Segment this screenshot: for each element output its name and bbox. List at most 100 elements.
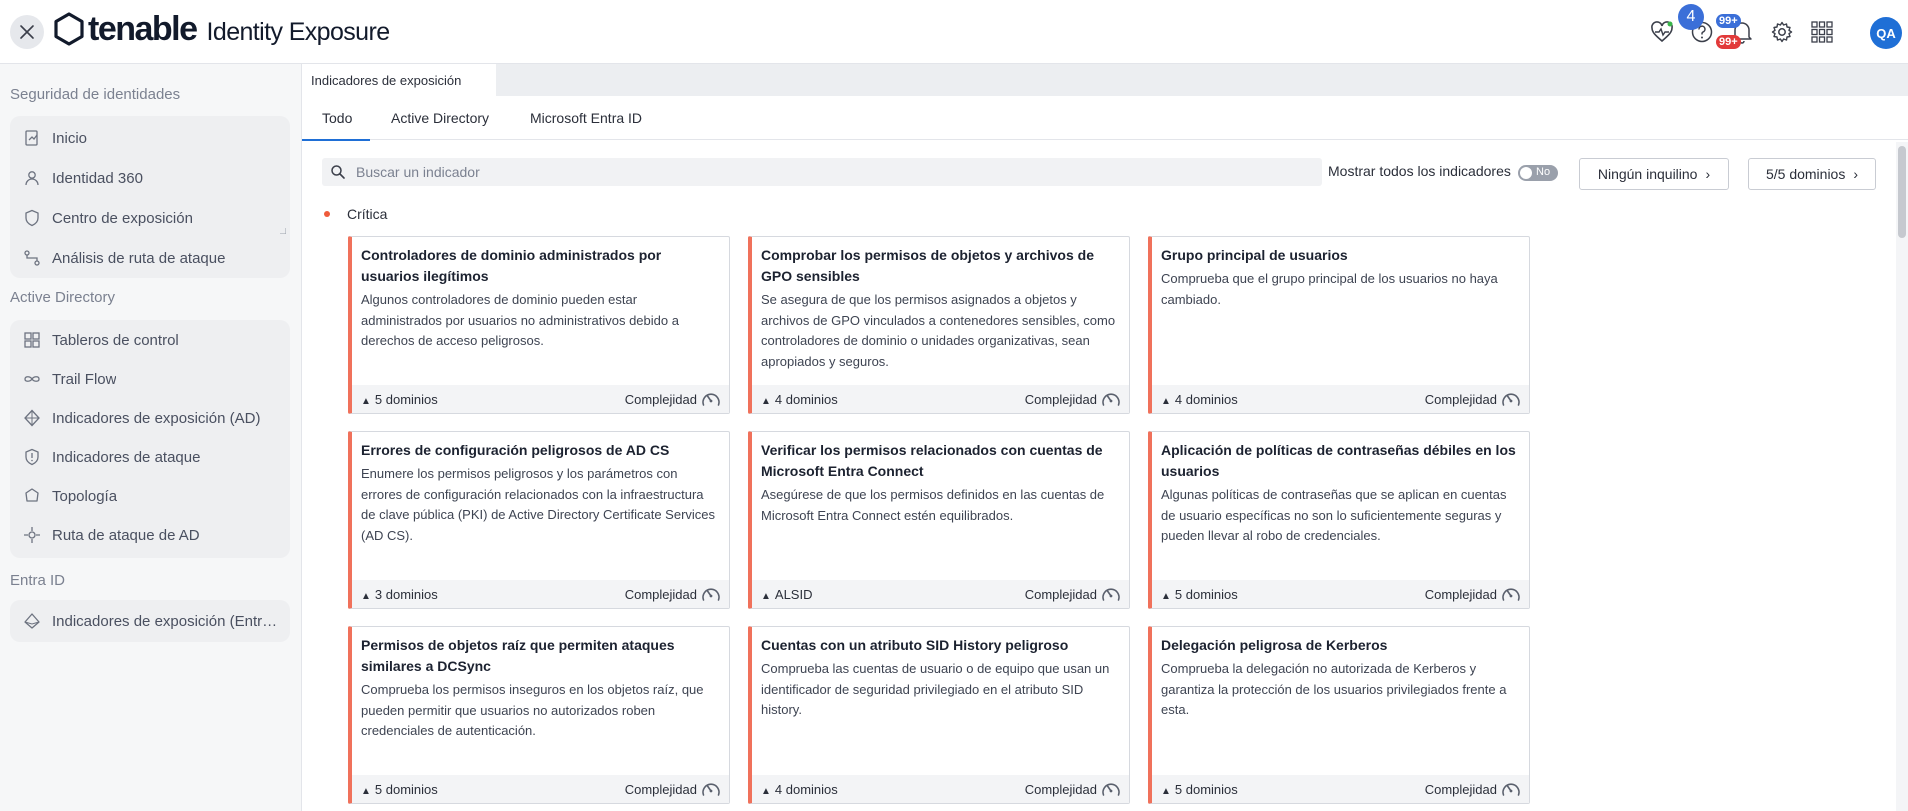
card-footer: ▲ 5 dominios Complejidad [1152,775,1529,803]
sidebar-item-tableros[interactable]: Tableros de control [22,326,290,354]
severity-group-header: Crítica [324,206,387,222]
card-title: Grupo principal de usuarios [1161,247,1348,263]
indicator-card[interactable]: Verificar los permisos relacionados con … [748,431,1130,609]
search-bar [322,158,1322,186]
notifications-badge-info: 99+ [1716,14,1741,28]
tab-active-directory[interactable]: Active Directory [391,96,489,140]
route-icon [22,248,42,268]
indicator-card[interactable]: Grupo principal de usuarios Comprueba que… [1148,236,1530,414]
page-tab-indicadores[interactable]: Indicadores de exposición [302,64,496,96]
card-domains-value: 5 dominios [1174,586,1238,602]
card-description: Comprueba los permisos inseguros en los … [361,682,704,738]
tab-microsoft-entra-id[interactable]: Microsoft Entra ID [530,96,642,140]
sidebar-item-ioa[interactable]: Indicadores de ataque [22,443,290,471]
target-icon [22,525,42,545]
health-button[interactable] [1648,18,1676,46]
logo: tenable Identity Exposure [52,12,390,46]
indicator-card[interactable]: Cuentas con un atributo SID History peli… [748,626,1130,804]
show-all-toggle[interactable]: No [1518,165,1558,181]
card-domains: ▲ 5 dominios [361,782,438,797]
tenant-button-label: Ningún inquilino [1597,166,1698,182]
sidebar-item-centro-exposicion[interactable]: Centro de exposición [22,204,290,232]
sidebar-item-ruta-ataque-ad[interactable]: Ruta de ataque de AD [22,521,290,549]
user-icon [22,168,42,188]
indicator-card[interactable]: Comprobar los permisos de objetos y arch… [748,236,1130,414]
indicator-card[interactable]: Errores de configuración peligrosos de A… [348,431,730,609]
brand-name: tenable [88,10,198,48]
card-title: Comprobar los permisos de objetos y arch… [761,247,1094,284]
complexity-gauge-icon [1501,780,1521,798]
infinity-icon [22,369,42,389]
card-title: Delegación peligrosa de Kerberos [1161,637,1388,653]
search-input[interactable] [356,164,1256,180]
tenable-logo-icon [54,12,84,46]
card-complexity-label: Complejidad [624,391,697,407]
card-domains: ▲ ALSID [761,587,812,602]
triangle-up-icon: ▲ [361,395,371,407]
chevron-right-icon: › [1853,166,1859,182]
card-footer: ▲ ALSID Complejidad [752,580,1129,608]
scrollbar[interactable] [1896,142,1908,811]
user-avatar[interactable]: QA [1870,17,1902,49]
card-complexity-label: Complejidad [1424,781,1497,797]
sidebar-item-ioe-entra[interactable]: Indicadores de exposición (Entra ID) [22,607,290,635]
card-description: Comprueba la delegación no autorizada de… [1161,661,1507,717]
severity-dot [324,211,330,217]
triangle-up-icon: ▲ [361,590,371,602]
page-tab-strip: Indicadores de exposición [302,64,1908,96]
card-description: Comprueba que el grupo principal de los … [1161,271,1498,307]
card-domains: ▲ 5 dominios [1161,587,1238,602]
domains-button[interactable]: 5/5 dominios › [1748,158,1876,190]
apps-button[interactable] [1808,18,1836,46]
triangle-up-icon: ▲ [361,785,371,797]
tab-todo[interactable]: Todo [301,96,371,141]
card-description: Enumere los permisos peligrosos y los pa… [361,466,716,543]
settings-button[interactable] [1768,18,1796,46]
indicator-card[interactable]: Delegación peligrosa de Kerberos Comprueb… [1148,626,1530,804]
search-icon [331,165,345,179]
card-domains-value: 5 dominios [374,391,438,407]
indicator-card[interactable]: Permisos de objetos raíz que permiten at… [348,626,730,804]
card-description: Comprueba las cuentas de usuario o de eq… [761,661,1110,717]
card-domains: ▲ 4 dominios [761,782,838,797]
sidebar-item-identidad-360[interactable]: Identidad 360 [22,164,290,192]
gear-icon [1771,21,1793,43]
complexity-gauge-icon [701,780,721,798]
sidebar: Seguridad de identidades Inicio Identida… [0,64,302,811]
card-title: Errores de configuración peligrosos de A… [361,442,670,458]
indicator-card[interactable]: Controladores de dominio administrados p… [348,236,730,414]
sidebar-section-title: Seguridad de identidades [10,86,181,103]
topology-icon [22,486,42,506]
scroll-thumb[interactable] [1898,146,1906,238]
card-domains-value: 3 dominios [374,586,438,602]
card-domains: ▲ 4 dominios [1161,392,1238,407]
card-domains-value: 4 dominios [774,781,838,797]
close-icon [20,25,34,39]
tenant-button[interactable]: Ningún inquilino › [1579,158,1729,190]
apps-grid-icon [1811,21,1833,43]
product-name: Identity Exposure [206,17,391,46]
sidebar-item-analisis-ruta[interactable]: Análisis de ruta de ataque [22,244,290,272]
health-icon [1651,21,1673,43]
card-domains: ▲ 5 dominios [1161,782,1238,797]
card-domains: ▲ 4 dominios [761,392,838,407]
card-title: Permisos de objetos raíz que permiten at… [361,637,675,674]
card-footer: ▲ 4 dominios Complejidad [752,775,1129,803]
show-all-label: Mostrar todos los indicadores [1328,163,1511,179]
sidebar-item-trail-flow[interactable]: Trail Flow [22,365,290,393]
triangle-up-icon: ▲ [1161,395,1171,407]
notifications-badge-alert: 99+ [1716,35,1741,49]
indicator-card[interactable]: Aplicación de políticas de contraseñas d… [1148,431,1530,609]
close-button[interactable] [10,15,44,49]
sidebar-section-title: Active Directory [10,289,116,306]
card-description: Asegúrese de que los permisos definidos … [761,487,1105,523]
card-domains: ▲ 5 dominios [361,392,438,407]
triangle-up-icon: ▲ [1161,785,1171,797]
complexity-gauge-icon [701,585,721,603]
sidebar-item-topologia[interactable]: Topología [22,482,290,510]
card-footer: ▲ 5 dominios Complejidad [352,385,729,413]
sidebar-item-inicio[interactable]: Inicio [22,124,290,152]
sidebar-item-ioe-ad[interactable]: Indicadores de exposición (AD) [22,404,290,432]
complexity-gauge-icon [1101,780,1121,798]
card-complexity-label: Complejidad [1024,781,1097,797]
